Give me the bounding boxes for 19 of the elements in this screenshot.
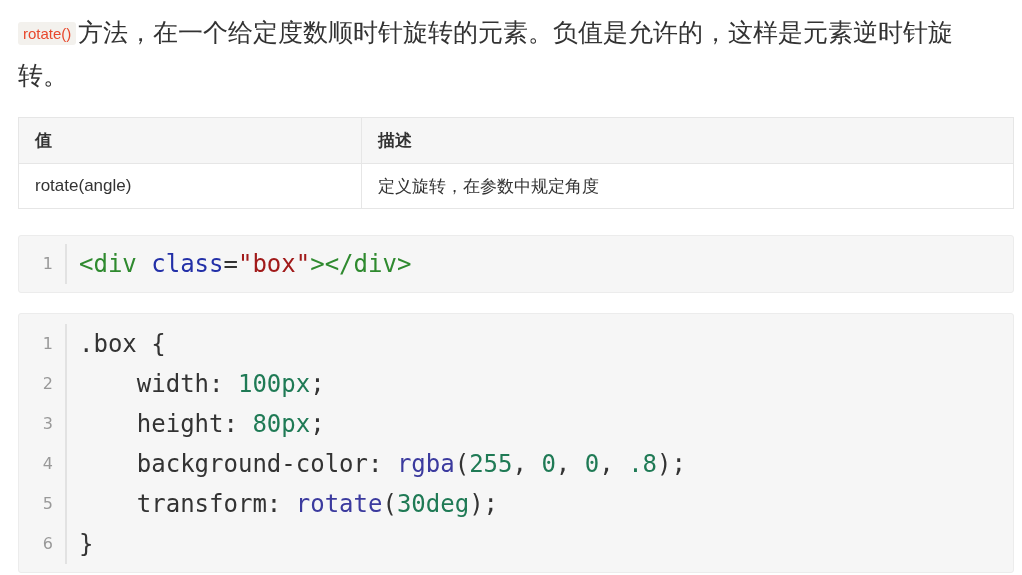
line-number: 3 bbox=[19, 404, 67, 444]
code-line: height: 80px; bbox=[135, 410, 325, 438]
column-header: 值 bbox=[18, 117, 362, 164]
code-line: transform: rotate(30deg); bbox=[135, 490, 499, 518]
column-header: 描述 bbox=[361, 117, 1014, 164]
line-number: 2 bbox=[19, 364, 67, 404]
line-number: 1 bbox=[19, 244, 67, 284]
table-cell: rotate(angle) bbox=[18, 163, 362, 209]
line-number: 4 bbox=[19, 444, 67, 484]
line-number: 6 bbox=[19, 524, 67, 564]
code-line: } bbox=[79, 530, 94, 558]
code-line: <div class="box"></div> bbox=[79, 250, 412, 278]
code-line: width: 100px; bbox=[135, 370, 325, 398]
line-number: 1 bbox=[19, 324, 67, 364]
code-line: background-color: rgba(255, 0, 0, .8); bbox=[135, 450, 686, 478]
inline-code: rotate() bbox=[18, 22, 77, 45]
table-cell: 定义旋转，在参数中规定角度 bbox=[361, 163, 1014, 209]
line-number: 5 bbox=[19, 484, 67, 524]
code-line: .box { bbox=[79, 330, 166, 358]
